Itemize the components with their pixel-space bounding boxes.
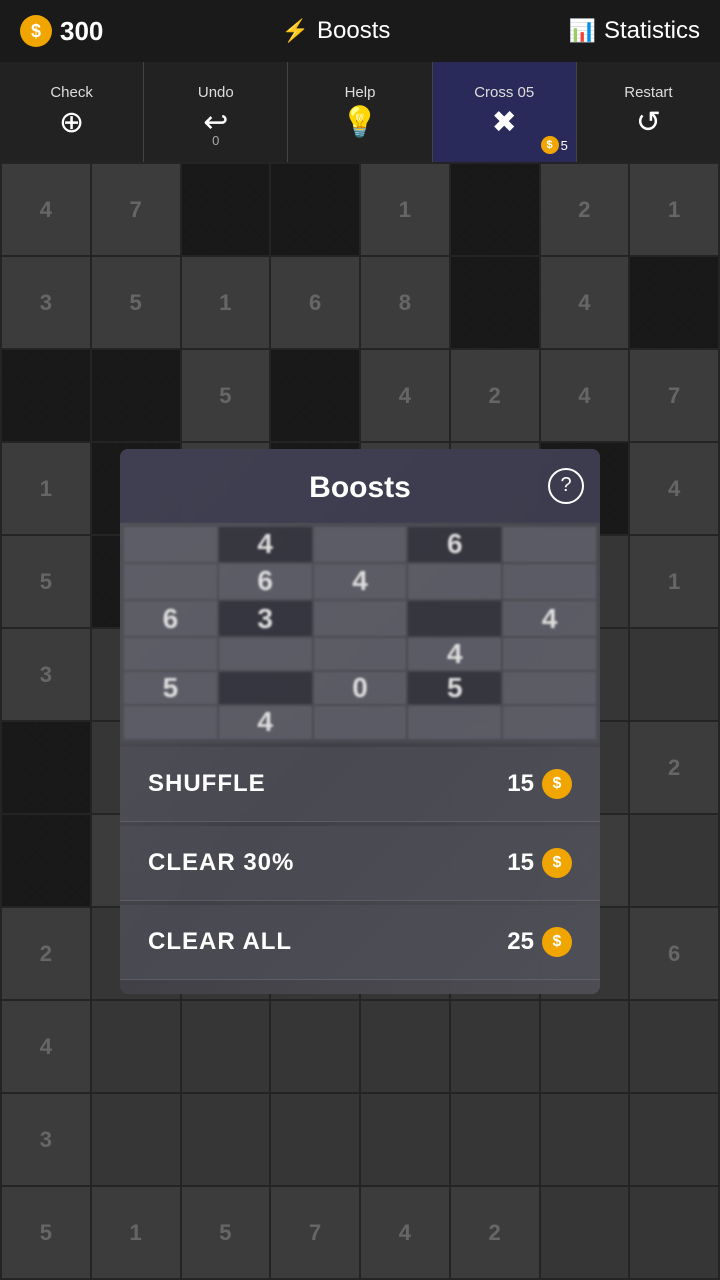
bar-chart-icon: 📊 [569,18,596,44]
cross-label: Cross 05 [474,84,534,101]
bolt-icon: ⚡ [282,18,309,44]
shuffle-boost-item[interactable]: SHUFFLE 15 $ [120,747,600,822]
preview-cell [408,706,501,738]
coin-icon: $ [20,15,52,47]
help-icon: 💡 [341,105,378,140]
preview-cell [503,706,596,738]
clear-all-boost-item[interactable]: CLEAR ALL 25 $ [120,905,600,980]
help-button[interactable]: Help 💡 [288,62,432,162]
preview-cell: 6 [219,564,312,599]
toolbar: Check ⊕ Undo ↩ 0 Help 💡 Cross 05 ✖ $ 5 R… [0,62,720,162]
check-label: Check [50,84,93,101]
restart-label: Restart [624,84,672,101]
modal-title: Boosts [309,471,411,505]
preview-cell [503,527,596,562]
statistics-label: Statistics [604,17,700,45]
clear-30-label: CLEAR 30% [148,849,294,877]
shuffle-cost-coin: $ [542,769,572,799]
coin-amount: 300 [60,16,103,47]
help-label: Help [345,84,376,101]
preview-cell [503,638,596,670]
preview-cell [314,706,407,738]
preview-cell: 4 [219,706,312,738]
shuffle-label: SHUFFLE [148,770,266,798]
clear-all-label: CLEAR ALL [148,928,292,956]
preview-cell: 4 [408,638,501,670]
check-icon: ⊕ [59,105,84,140]
statistics-nav[interactable]: 📊 Statistics [569,17,700,45]
preview-cell [124,638,217,670]
boosts-label: Boosts [317,17,390,45]
cross-cost: 5 [561,138,568,153]
cross-button[interactable]: Cross 05 ✖ $ 5 [433,62,577,162]
preview-cell [503,564,596,599]
modal-help-icon: ? [560,474,571,497]
clear-all-cost-amount: 25 [507,928,534,956]
preview-cell [124,527,217,562]
boosts-modal: Boosts ? 466463445054 SHUFFLE 15 $ [120,449,600,994]
restart-button[interactable]: Restart ↺ [577,62,720,162]
clear-30-cost-amount: 15 [507,849,534,877]
modal-overlay[interactable]: Boosts ? 466463445054 SHUFFLE 15 $ [0,162,720,1280]
undo-count: 0 [212,133,219,148]
preview-cell: 4 [314,564,407,599]
restart-icon: ↺ [636,105,661,140]
modal-grid-preview: 466463445054 [120,523,600,743]
preview-cell [314,527,407,562]
clear-30-cost-coin: $ [542,848,572,878]
preview-cell: 4 [503,601,596,636]
preview-cell: 4 [219,527,312,562]
clear-all-cost: 25 $ [507,927,572,957]
modal-content: Boosts ? 466463445054 SHUFFLE 15 $ [120,449,600,994]
shuffle-cost-amount: 15 [507,770,534,798]
modal-help-button[interactable]: ? [548,468,584,504]
game-area: 4712135168454247115145132142643515742 Bo… [0,162,720,1280]
preview-cell: 5 [408,672,501,704]
clear-30-cost: 15 $ [507,848,572,878]
check-button[interactable]: Check ⊕ [0,62,144,162]
undo-button[interactable]: Undo ↩ 0 [144,62,288,162]
preview-cell: 0 [314,672,407,704]
preview-cell [503,672,596,704]
preview-cell: 6 [124,601,217,636]
preview-cell [124,564,217,599]
preview-cell [408,564,501,599]
preview-cell [219,672,312,704]
preview-cell [314,601,407,636]
preview-cell: 6 [408,527,501,562]
coin-balance: $ 300 [20,15,103,47]
boosts-nav[interactable]: ⚡ Boosts [282,17,391,45]
boost-options: SHUFFLE 15 $ CLEAR 30% 15 $ [120,747,600,994]
undo-label: Undo [198,84,234,101]
cross-coin-icon: $ [541,136,559,154]
status-bar: $ 300 ⚡ Boosts 📊 Statistics [0,0,720,62]
cross-icon: ✖ [492,105,517,140]
preview-cell: 3 [219,601,312,636]
shuffle-cost: 15 $ [507,769,572,799]
clear-all-cost-coin: $ [542,927,572,957]
preview-cell [124,706,217,738]
preview-cell [314,638,407,670]
preview-cell [408,601,501,636]
cross-cost-badge: $ 5 [541,136,568,154]
clear-30-boost-item[interactable]: CLEAR 30% 15 $ [120,826,600,901]
preview-cell [219,638,312,670]
preview-cell: 5 [124,672,217,704]
modal-header: Boosts ? [120,449,600,523]
